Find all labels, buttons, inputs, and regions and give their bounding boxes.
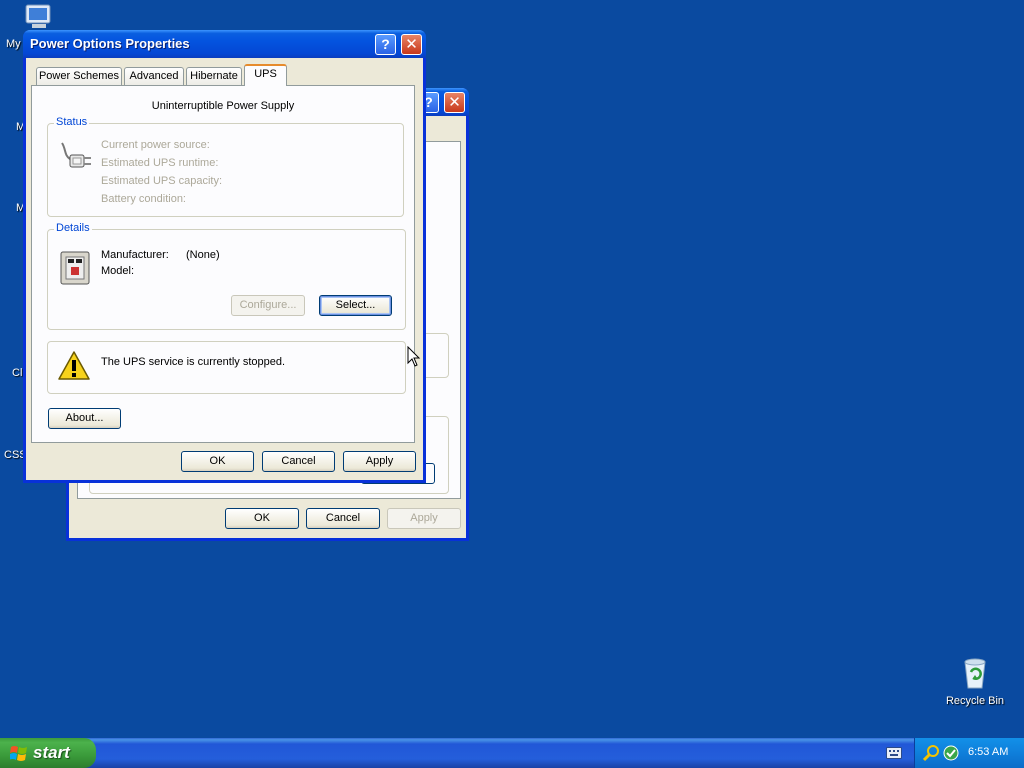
dialog-titlebar[interactable]: Power Options Properties ? ✕ xyxy=(23,30,426,58)
mouse-cursor-icon xyxy=(407,346,421,367)
ups-device-icon xyxy=(60,251,90,285)
status-group: Status Current power source: Estimated U… xyxy=(47,116,404,217)
recycle-bin[interactable]: Recycle Bin xyxy=(940,656,1010,707)
windows-logo-icon xyxy=(10,746,27,761)
taskbar: start 6:53 AM xyxy=(0,738,1024,768)
warning-group: The UPS service is currently stopped. xyxy=(47,341,406,394)
close-icon[interactable]: ✕ xyxy=(444,92,465,113)
power-plug-icon xyxy=(61,142,91,168)
network-icon[interactable] xyxy=(942,744,960,762)
keyboard-icon[interactable] xyxy=(886,747,902,759)
power-options-dialog[interactable]: Power Options Properties ? ✕ Power Schem… xyxy=(23,30,426,483)
about-button[interactable]: About... xyxy=(48,408,121,429)
status-estimated-runtime: Estimated UPS runtime: xyxy=(101,157,219,169)
tab-power-schemes[interactable]: Power Schemes xyxy=(36,67,122,86)
recycle-bin-label: Recycle Bin xyxy=(945,695,1005,707)
configure-button[interactable]: Configure... xyxy=(231,295,305,316)
dialog-title: Power Options Properties xyxy=(30,36,190,51)
ups-tab-panel: Uninterruptible Power Supply Status Curr… xyxy=(31,85,415,443)
status-battery-condition: Battery condition: xyxy=(101,193,186,205)
details-group-label: Details xyxy=(54,222,92,234)
warning-icon xyxy=(58,351,90,380)
background-cancel-button[interactable]: Cancel xyxy=(306,508,380,529)
help-icon[interactable]: ? xyxy=(375,34,396,55)
ups-heading: Uninterruptible Power Supply xyxy=(151,100,295,112)
start-button[interactable]: start xyxy=(0,738,96,768)
desktop-icon-label[interactable]: Cl xyxy=(12,367,22,379)
cancel-button[interactable]: Cancel xyxy=(262,451,335,472)
background-apply-button[interactable]: Apply xyxy=(387,508,461,529)
status-estimated-capacity: Estimated UPS capacity: xyxy=(101,175,223,187)
ups-service-stopped-message: The UPS service is currently stopped. xyxy=(101,356,286,368)
model-label: Model: xyxy=(101,265,135,277)
start-label: start xyxy=(33,743,70,762)
system-tray: 6:53 AM xyxy=(914,738,1024,768)
my-computer-icon[interactable] xyxy=(22,2,56,32)
tab-hibernate[interactable]: Hibernate xyxy=(186,67,242,86)
background-ok-button[interactable]: OK xyxy=(225,508,299,529)
tab-ups[interactable]: UPS xyxy=(244,64,287,86)
status-group-label: Status xyxy=(54,116,90,128)
ok-button[interactable]: OK xyxy=(181,451,254,472)
desktop-icon-label[interactable]: My xyxy=(6,38,21,50)
manufacturer-value: (None) xyxy=(186,249,220,261)
close-icon[interactable]: ✕ xyxy=(401,34,422,55)
clock[interactable]: 6:53 AM xyxy=(968,746,1008,758)
details-group: Details Manufacturer: (None) Model: Conf… xyxy=(47,222,406,330)
recycle-bin-icon xyxy=(964,658,986,689)
search-icon[interactable] xyxy=(923,744,941,762)
status-current-power-source: Current power source: xyxy=(101,139,210,151)
apply-button[interactable]: Apply xyxy=(343,451,416,472)
manufacturer-label: Manufacturer: xyxy=(101,249,169,261)
tab-advanced[interactable]: Advanced xyxy=(124,67,184,86)
select-button[interactable]: Select... xyxy=(319,295,392,316)
